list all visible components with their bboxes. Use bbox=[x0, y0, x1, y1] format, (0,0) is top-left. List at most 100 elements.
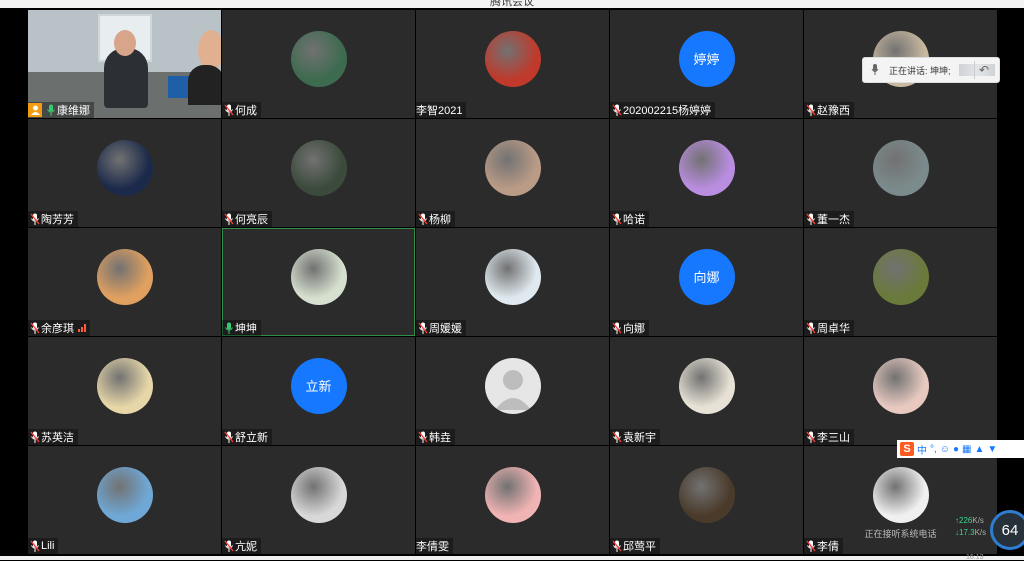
avatar-photo bbox=[678, 466, 735, 523]
network-stats: ↑226K/s ↓17.3K/s bbox=[955, 515, 986, 539]
ime-mode-label[interactable]: 中 bbox=[917, 442, 927, 457]
participant-name: 亢妮 bbox=[235, 541, 257, 553]
participant-name: 韩垚 bbox=[429, 432, 451, 444]
participant-nameplate: 向娜 bbox=[610, 320, 649, 336]
participant-tile[interactable]: 何成 bbox=[222, 10, 415, 118]
participant-nameplate: 202002215杨婷婷 bbox=[610, 102, 716, 118]
avatar-photo bbox=[484, 248, 541, 305]
participant-tile[interactable]: 李智2021 bbox=[416, 10, 609, 118]
participant-tile[interactable]: 苏英洁 bbox=[28, 337, 221, 445]
mic-muted-icon bbox=[416, 213, 429, 225]
voice-icon[interactable]: ● bbox=[953, 444, 959, 455]
participant-tile[interactable]: 杨柳 bbox=[416, 119, 609, 227]
participant-nameplate: 李倩 bbox=[804, 538, 843, 554]
participant-tile[interactable]: 董一杰 bbox=[804, 119, 997, 227]
participant-nameplate: 何成 bbox=[222, 102, 261, 118]
participant-tile[interactable]: 周媛媛 bbox=[416, 228, 609, 336]
participant-name: 向娜 bbox=[623, 323, 645, 335]
participant-tile[interactable]: 李三山 bbox=[804, 337, 997, 445]
participant-nameplate: 董一杰 bbox=[804, 211, 854, 227]
participant-nameplate: Lili bbox=[28, 538, 59, 554]
avatar-photo bbox=[484, 30, 541, 87]
mic-muted-icon bbox=[28, 322, 41, 334]
shirt-icon[interactable]: ▼ bbox=[987, 444, 997, 455]
keyboard-icon[interactable]: ▦ bbox=[962, 444, 971, 455]
participant-tile[interactable]: 哈诺 bbox=[610, 119, 803, 227]
mic-muted-icon bbox=[804, 322, 817, 334]
participant-tile[interactable]: 李倩雯 bbox=[416, 446, 609, 554]
participant-name: 李三山 bbox=[817, 432, 850, 444]
sogou-logo-icon: S bbox=[900, 442, 914, 456]
participant-tile[interactable]: 周卓华 bbox=[804, 228, 997, 336]
participant-tile[interactable]: Lili bbox=[28, 446, 221, 554]
participant-nameplate: 李智2021 bbox=[416, 102, 467, 118]
participant-name: 李智2021 bbox=[416, 105, 463, 117]
participant-tile[interactable]: 坤坤 bbox=[222, 228, 415, 336]
participant-tile[interactable]: 邱莺平 bbox=[610, 446, 803, 554]
mic-muted-icon bbox=[610, 104, 623, 116]
mic-icon bbox=[222, 322, 235, 334]
avatar-photo bbox=[96, 357, 153, 414]
participant-name: 邱莺平 bbox=[623, 541, 656, 553]
avatar-photo bbox=[290, 466, 347, 523]
participant-tile[interactable]: 袁新宇 bbox=[610, 337, 803, 445]
participant-name: 何成 bbox=[235, 105, 257, 117]
mic-muted-icon bbox=[804, 431, 817, 443]
mic-muted-icon bbox=[222, 104, 235, 116]
mic-muted-icon bbox=[222, 213, 235, 225]
mic-muted-icon bbox=[804, 104, 817, 116]
participant-name: 哈诺 bbox=[623, 214, 645, 226]
network-score-gauge[interactable]: 64 bbox=[990, 510, 1024, 550]
participant-tile[interactable]: 向娜 向娜 bbox=[610, 228, 803, 336]
participant-tile[interactable]: 韩垚 bbox=[416, 337, 609, 445]
mic-muted-icon bbox=[804, 213, 817, 225]
emoji-icon[interactable]: ☺ bbox=[940, 444, 950, 455]
participant-name: 周媛媛 bbox=[429, 323, 462, 335]
mic-muted-icon bbox=[222, 431, 235, 443]
participant-tile[interactable]: 陶芳芳 bbox=[28, 119, 221, 227]
avatar-initials: 婷婷 bbox=[678, 30, 735, 87]
taskbar-strip bbox=[0, 556, 1024, 560]
punctuation-icon[interactable]: °, bbox=[930, 444, 937, 455]
avatar-photo bbox=[872, 466, 929, 523]
minimize-icon[interactable]: ⌐ bbox=[1012, 0, 1018, 4]
mic-muted-icon bbox=[28, 213, 41, 225]
collapse-arrow-icon[interactable]: ↶ bbox=[974, 61, 993, 79]
avatar-photo bbox=[290, 248, 347, 305]
download-speed: 17.3 bbox=[959, 528, 975, 537]
participant-name: 何亮辰 bbox=[235, 214, 268, 226]
mic-muted-icon bbox=[610, 322, 623, 334]
participant-nameplate: 周卓华 bbox=[804, 320, 854, 336]
participant-name: 舒立新 bbox=[235, 432, 268, 444]
participant-nameplate: 韩垚 bbox=[416, 429, 455, 445]
participant-name: 董一杰 bbox=[817, 214, 850, 226]
participant-tile[interactable]: 立新舒立新 bbox=[222, 337, 415, 445]
speaking-indicator: 正在讲话: 坤坤; ↶ bbox=[862, 57, 1000, 83]
participant-nameplate: 舒立新 bbox=[222, 429, 272, 445]
participant-name: 李倩 bbox=[817, 541, 839, 553]
avatar-initials: 立新 bbox=[290, 357, 347, 414]
avatar-photo bbox=[96, 139, 153, 196]
download-unit: K/s bbox=[974, 528, 987, 537]
participant-nameplate: 周媛媛 bbox=[416, 320, 466, 336]
participant-nameplate: 邱莺平 bbox=[610, 538, 660, 554]
skin-icon[interactable]: ▲ bbox=[975, 444, 985, 455]
participant-nameplate: 赵豫西 bbox=[804, 102, 854, 118]
ime-toolbar[interactable]: S 中 °, ☺ ● ▦ ▲ ▼ bbox=[897, 440, 1024, 458]
avatar-photo bbox=[678, 139, 735, 196]
participant-grid: 康维娜 何成 李智2021 婷婷 202002215杨婷婷 赵豫西陶芳芳 何亮辰 杨柳 哈诺 董一… bbox=[28, 10, 997, 554]
avatar-photo bbox=[484, 466, 541, 523]
participant-name: 陶芳芳 bbox=[41, 214, 74, 226]
participant-tile[interactable]: 亢妮 bbox=[222, 446, 415, 554]
participant-name: 周卓华 bbox=[817, 323, 850, 335]
participant-tile[interactable]: 康维娜 bbox=[28, 10, 221, 118]
participant-tile[interactable]: 余彦琪 bbox=[28, 228, 221, 336]
avatar-photo bbox=[290, 139, 347, 196]
avatar-photo bbox=[96, 248, 153, 305]
participant-tile[interactable]: 何亮辰 bbox=[222, 119, 415, 227]
participant-nameplate: 康维娜 bbox=[28, 102, 94, 118]
participant-nameplate: 苏英洁 bbox=[28, 429, 78, 445]
participant-name: 李倩雯 bbox=[416, 541, 449, 553]
mic-muted-icon bbox=[28, 431, 41, 443]
participant-tile[interactable]: 婷婷 202002215杨婷婷 bbox=[610, 10, 803, 118]
